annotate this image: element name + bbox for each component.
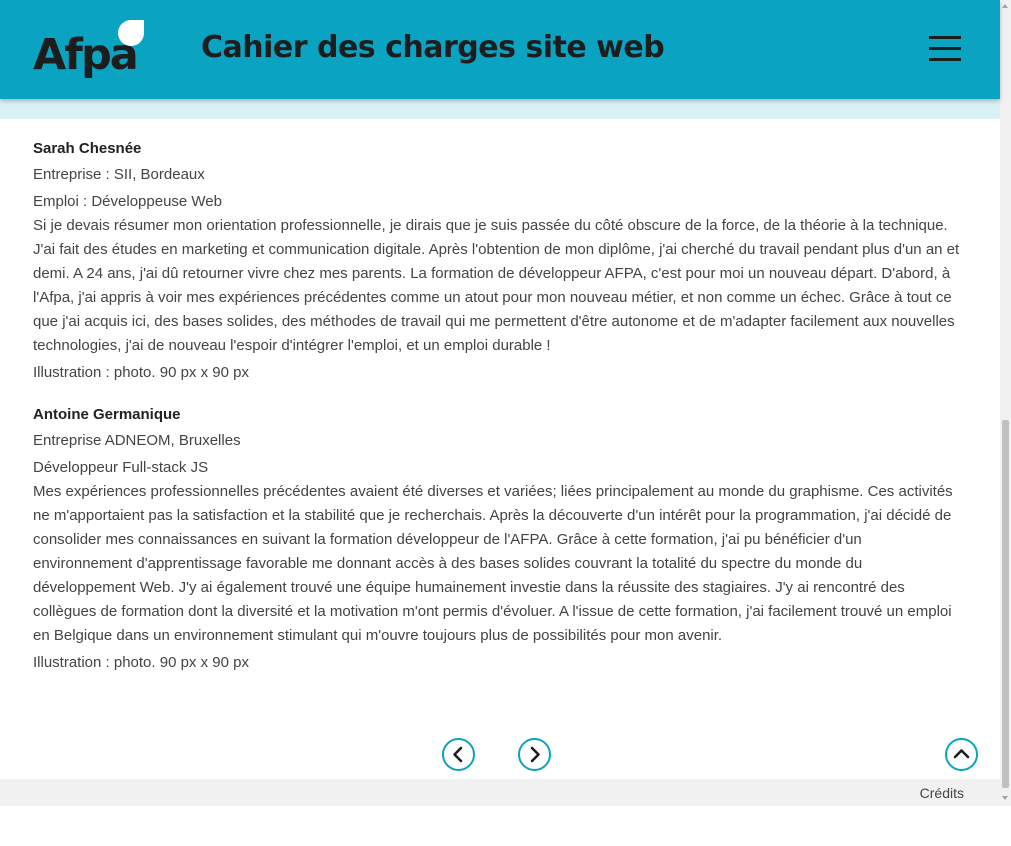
site-footer: Crédits — [0, 779, 1000, 806]
person-name: Sarah Chesnée — [33, 140, 142, 157]
afpa-logo[interactable]: Afpa — [33, 18, 148, 82]
page-title: Cahier des charges site web — [201, 30, 665, 65]
next-page-button[interactable] — [518, 738, 551, 771]
scroll-up-arrow-icon[interactable] — [1002, 4, 1008, 8]
back-to-top-button[interactable] — [945, 738, 978, 771]
scroll-down-arrow-icon[interactable] — [1002, 796, 1008, 800]
person-job: Développeur Full-stack JS — [33, 459, 209, 476]
person-company: Entreprise ADNEOM, Bruxelles — [33, 432, 241, 449]
chevron-left-icon — [453, 746, 463, 763]
vertical-scrollbar[interactable] — [1000, 0, 1011, 806]
person-name: Antoine Germanique — [33, 406, 181, 423]
testimonial-entry: Antoine Germanique Entreprise ADNEOM, Br… — [33, 403, 963, 676]
person-company: Entreprise : SII, Bordeaux — [33, 166, 205, 183]
credits-link[interactable]: Crédits — [920, 785, 964, 801]
scrollbar-thumb[interactable] — [1002, 420, 1009, 788]
site-header: Afpa Cahier des charges site web — [0, 0, 1000, 99]
logo-drop-icon — [118, 20, 144, 46]
chevron-up-icon — [953, 749, 970, 759]
previous-page-button[interactable] — [442, 738, 475, 771]
testimonial-entry: Sarah Chesnée Entreprise : SII, Bordeaux… — [33, 137, 963, 386]
testimonial-text: Si je devais résumer mon orientation pro… — [33, 217, 960, 354]
hamburger-menu-icon[interactable] — [929, 36, 961, 62]
illustration-note: Illustration : photo. 90 px x 90 px — [33, 364, 249, 381]
person-job: Emploi : Développeuse Web — [33, 193, 222, 210]
header-underline-band — [0, 99, 1000, 119]
testimonial-text: Mes expériences professionnelles précéde… — [33, 483, 953, 644]
testimonials-content: Sarah Chesnée Entreprise : SII, Bordeaux… — [33, 137, 963, 693]
chevron-right-icon — [530, 746, 540, 763]
illustration-note: Illustration : photo. 90 px x 90 px — [33, 654, 249, 671]
